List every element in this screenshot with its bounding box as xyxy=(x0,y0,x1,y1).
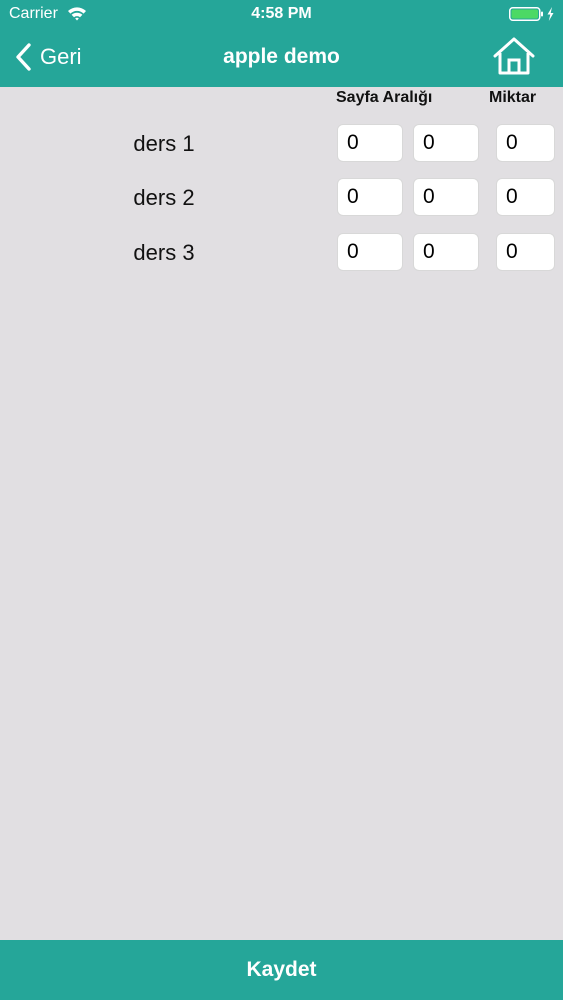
status-bar: Carrier 4:58 PM xyxy=(0,0,563,28)
range-start-input[interactable]: 0 xyxy=(337,233,403,271)
home-icon xyxy=(493,37,535,75)
page-title: apple demo xyxy=(223,45,340,68)
range-end-input[interactable]: 0 xyxy=(413,124,479,162)
save-button[interactable]: Kaydet xyxy=(0,940,563,1000)
save-button-label: Kaydet xyxy=(246,958,317,981)
row-label-ders-3: ders 3 xyxy=(133,240,195,265)
header: Carrier 4:58 PM Geri apple demo xyxy=(0,0,563,87)
home-button[interactable] xyxy=(492,36,536,76)
range-end-input[interactable]: 0 xyxy=(413,233,479,271)
quantity-input[interactable]: 0 xyxy=(496,124,555,162)
quantity-input[interactable]: 0 xyxy=(496,178,555,216)
battery-icon xyxy=(509,7,554,21)
nav-bar: Geri apple demo xyxy=(0,28,563,87)
range-start-input[interactable]: 0 xyxy=(337,178,403,216)
column-header-quantity: Miktar xyxy=(489,89,537,106)
column-header-page-range: Sayfa Aralığı xyxy=(336,89,433,106)
quantity-input[interactable]: 0 xyxy=(496,233,555,271)
range-start-input[interactable]: 0 xyxy=(337,124,403,162)
range-end-input[interactable]: 0 xyxy=(413,178,479,216)
row-label-ders-1: ders 1 xyxy=(133,131,195,156)
status-time: 4:58 PM xyxy=(251,5,312,22)
row-label-ders-2: ders 2 xyxy=(133,185,195,210)
